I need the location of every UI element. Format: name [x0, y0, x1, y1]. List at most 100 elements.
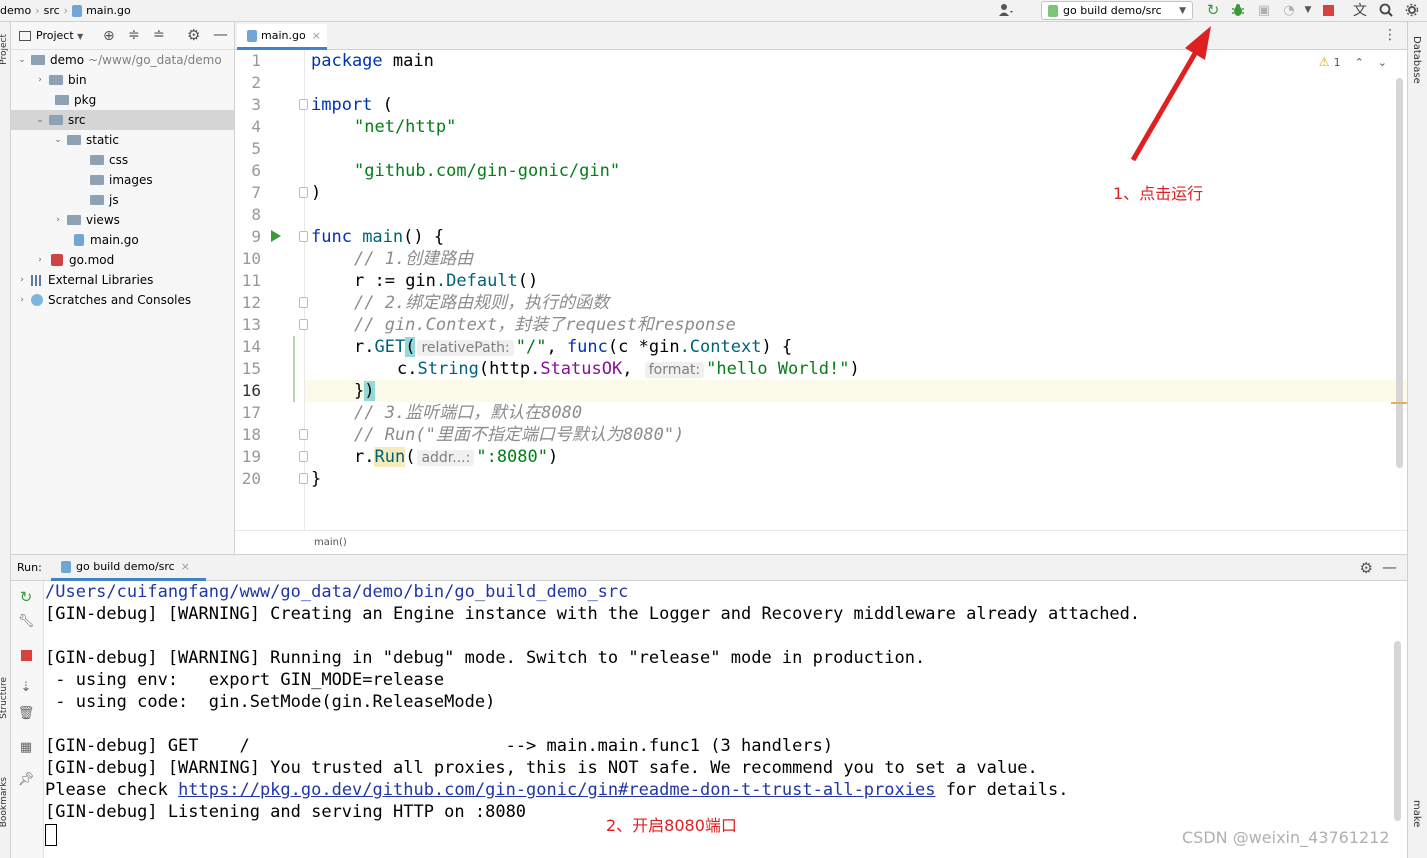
code-line-1: package main [311, 50, 434, 72]
chevron-down-icon[interactable]: ⌄ [53, 135, 63, 145]
tab-main-go[interactable]: main.go × [237, 24, 327, 50]
chevron-down-icon[interactable]: ▼ [1300, 2, 1316, 18]
editor-breadcrumb[interactable]: main() [235, 530, 1407, 554]
tree-item-js[interactable]: js [11, 190, 235, 210]
line-number: 6 [251, 161, 261, 180]
fold-icon[interactable] [299, 297, 308, 308]
tree-item-label: src [68, 113, 86, 127]
code-area[interactable]: package main import ( "net/http" "github… [311, 50, 1391, 530]
run-tab-label: go build demo/src [76, 560, 175, 573]
tree-item-static[interactable]: ⌄ static [11, 130, 235, 150]
tree-item-external-libraries[interactable]: › External Libraries [11, 270, 235, 290]
search-icon[interactable] [1378, 2, 1394, 18]
coverage-icon[interactable]: ▣ [1256, 2, 1272, 18]
gear-icon[interactable]: ⚙ [1360, 559, 1373, 577]
string-literal: "hello World!" [706, 359, 850, 379]
make-tool-tab[interactable]: make [1411, 800, 1422, 827]
tree-item-bin[interactable]: › bin [11, 70, 235, 90]
soft-wrap-icon[interactable]: ⇣ [18, 679, 34, 695]
function-call: Run [374, 447, 406, 467]
fold-icon[interactable] [299, 99, 308, 110]
scroll-marker [1391, 402, 1407, 404]
gear-icon[interactable]: ⚙ [187, 26, 200, 44]
breadcrumb-src[interactable]: src [44, 4, 60, 17]
chevron-right-icon[interactable]: › [17, 275, 27, 285]
pin-icon[interactable]: 📌︎ [18, 771, 35, 787]
tree-item-go-mod[interactable]: › go.mod [11, 250, 235, 270]
bookmarks-tool-tab[interactable]: Bookmarks [0, 777, 9, 827]
proxies-doc-link[interactable]: https://pkg.go.dev/github.com/gin-gonic/… [178, 780, 935, 800]
settings-icon[interactable] [1404, 2, 1420, 18]
punctuation: ) [849, 359, 860, 379]
chevron-down-icon[interactable]: ⌄ [35, 115, 45, 125]
run-gutter-icon[interactable] [271, 230, 281, 242]
structure-tool-tab[interactable]: Structure [0, 677, 9, 719]
expand-all-icon[interactable]: ≑ [128, 27, 140, 43]
more-options-icon[interactable]: ⋮ [1383, 27, 1397, 43]
chevron-down-icon: ▼ [1179, 5, 1186, 16]
parameter-hint: format: [644, 362, 705, 378]
run-tab[interactable]: go build demo/src × [51, 555, 206, 581]
fold-icon[interactable] [299, 429, 308, 440]
annotation-step1: 1、点击运行 [1113, 184, 1204, 203]
code-editor: main.go × ⋮ ⚠ 1 ⌃ ⌄ 1 2 3 4 5 6 7 8 9 10… [235, 22, 1407, 554]
close-icon[interactable]: × [312, 29, 321, 42]
line-number: 12 [241, 293, 261, 312]
breadcrumb-file[interactable]: main.go [72, 4, 131, 17]
user-icon[interactable] [998, 2, 1014, 18]
translate-icon[interactable]: 文 [1352, 2, 1368, 19]
fold-icon[interactable] [299, 451, 308, 462]
chevron-right-icon[interactable]: › [17, 295, 27, 305]
chevron-right-icon[interactable]: › [35, 75, 45, 85]
tree-item-demo[interactable]: ⌄ demo ~/www/go_data/demo [11, 50, 235, 70]
trash-icon[interactable]: 🗑︎ [18, 705, 35, 721]
wrench-icon[interactable]: 🔧︎ [18, 613, 35, 629]
hide-panel-icon[interactable]: — [213, 25, 228, 43]
chevron-right-icon[interactable]: › [35, 255, 45, 265]
rerun-icon[interactable]: ↻ [18, 588, 34, 606]
tree-item-views[interactable]: › views [11, 210, 235, 230]
go-mod-icon [51, 254, 63, 266]
collapse-all-icon[interactable]: ≐ [153, 27, 165, 43]
stop-icon[interactable] [18, 647, 34, 663]
project-tool-tab[interactable]: Project [0, 34, 9, 65]
tree-item-label: views [86, 213, 120, 227]
breadcrumb-demo[interactable]: demo [0, 4, 31, 17]
line-number: 1 [251, 51, 261, 70]
fold-icon[interactable] [299, 319, 308, 330]
chevron-down-icon[interactable]: ⌄ [17, 55, 27, 65]
tree-item-main-go[interactable]: main.go [11, 230, 235, 250]
fold-icon[interactable] [299, 187, 308, 198]
tree-item-src[interactable]: ⌄ src [11, 110, 235, 130]
tab-label: main.go [261, 29, 306, 42]
profile-icon[interactable]: ◔ [1281, 2, 1297, 18]
fold-icon[interactable] [299, 473, 308, 484]
run-configuration-select[interactable]: go build demo/src ▼ [1041, 1, 1193, 20]
matched-paren: ) [364, 381, 375, 401]
tree-item-images[interactable]: images [11, 170, 235, 190]
stop-icon[interactable] [1320, 2, 1336, 18]
project-view-select[interactable]: Project ▼ [36, 29, 83, 42]
code-line-11: r := gin.Default() [354, 270, 538, 292]
tree-item-css[interactable]: css [11, 150, 235, 170]
tree-item-label: bin [68, 73, 87, 87]
editor-scrollbar[interactable] [1396, 78, 1403, 468]
layout-icon[interactable]: ▦ [18, 739, 34, 755]
database-tool-tab[interactable]: Database [1411, 36, 1422, 84]
tree-item-pkg[interactable]: pkg [11, 90, 235, 110]
locate-icon[interactable]: ⊕ [103, 28, 115, 44]
rerun-icon[interactable]: ↻ [1205, 1, 1221, 19]
console-cursor [45, 824, 57, 846]
line-number: 9 [251, 227, 261, 246]
console-scrollbar[interactable] [1394, 641, 1401, 821]
folder-icon [31, 55, 45, 65]
debug-icon[interactable] [1230, 2, 1246, 18]
fold-icon[interactable] [299, 231, 308, 242]
line-number: 3 [251, 95, 261, 114]
tree-item-scratches[interactable]: › Scratches and Consoles [11, 290, 235, 310]
close-icon[interactable]: × [181, 560, 190, 573]
chevron-right-icon[interactable]: › [53, 215, 63, 225]
breadcrumb-file-label: main.go [86, 4, 131, 17]
hide-panel-icon[interactable]: — [1382, 558, 1397, 576]
code-line-6: "github.com/gin-gonic/gin" [354, 161, 621, 181]
